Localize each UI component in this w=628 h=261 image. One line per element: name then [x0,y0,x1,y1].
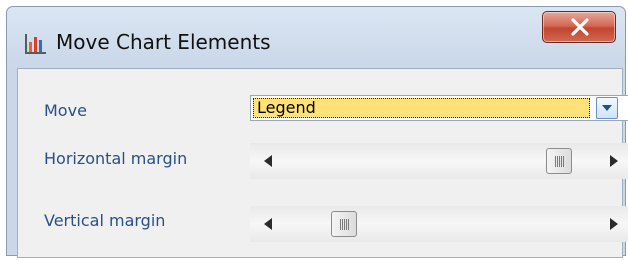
arrow-right-icon[interactable] [610,155,618,167]
grip-icon [555,156,564,167]
horizontal-margin-thumb[interactable] [546,148,572,174]
move-label: Move [44,101,87,120]
dropdown-button[interactable] [596,97,618,119]
chevron-down-icon [602,105,612,111]
dialog-window: Move Chart Elements Move Legend Horizont… [6,6,628,258]
vertical-margin-thumb[interactable] [331,211,357,237]
close-icon [571,18,589,36]
grip-icon [340,219,349,230]
vertical-margin-track[interactable] [282,206,598,242]
move-selected-value[interactable]: Legend [253,98,590,118]
chart-icon [25,34,46,54]
close-button[interactable] [542,11,616,43]
dialog-body: Move Legend Horizontal margin Vertical m… [17,68,628,258]
arrow-left-icon[interactable] [264,218,272,230]
arrow-left-icon[interactable] [264,155,272,167]
arrow-right-icon[interactable] [610,218,618,230]
vertical-margin-slider[interactable] [250,206,628,242]
horizontal-margin-label: Horizontal margin [44,149,188,168]
window-title: Move Chart Elements [56,30,271,54]
vertical-margin-label: Vertical margin [44,211,166,230]
horizontal-margin-track[interactable] [282,143,598,179]
move-dropdown[interactable]: Legend [250,95,628,121]
horizontal-margin-slider[interactable] [250,143,628,179]
